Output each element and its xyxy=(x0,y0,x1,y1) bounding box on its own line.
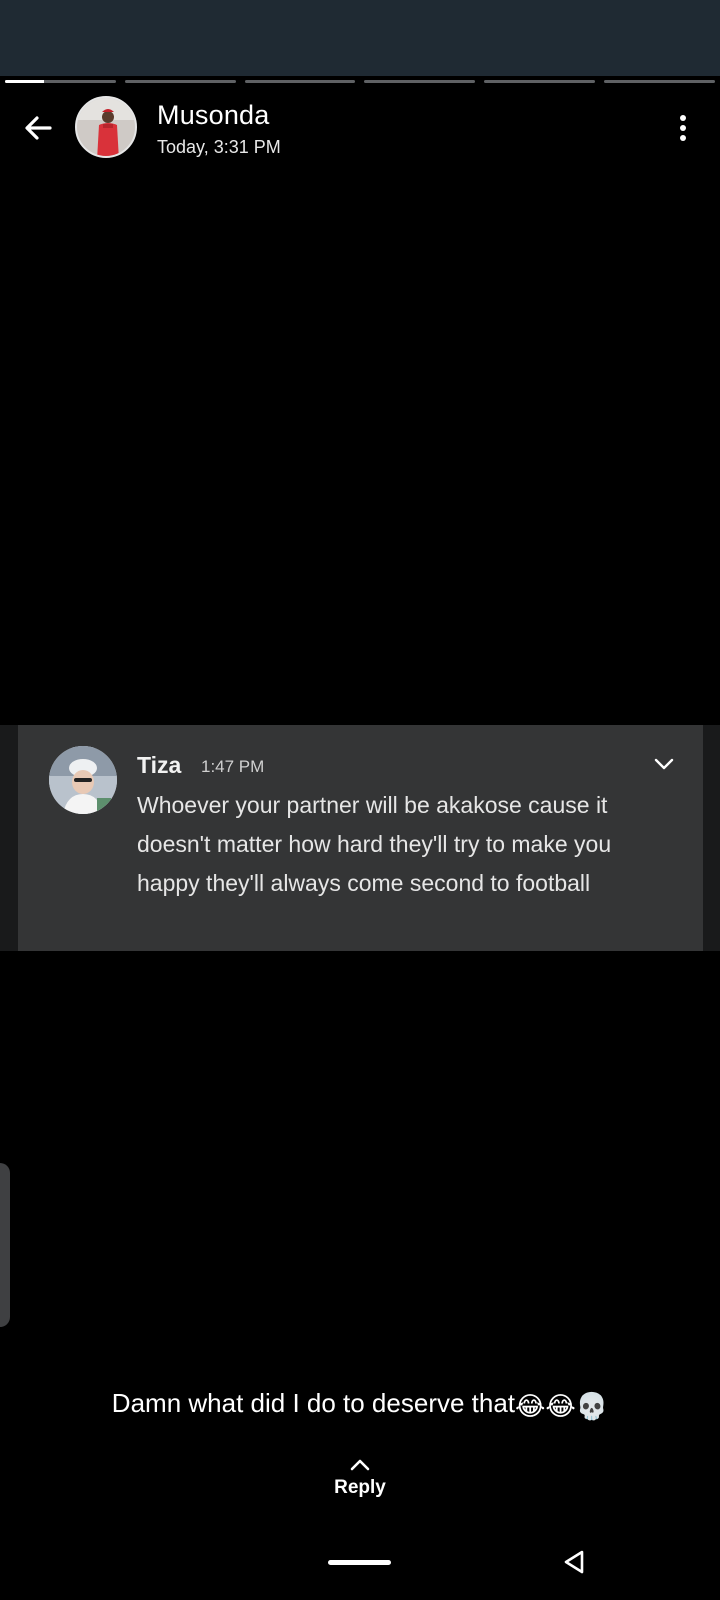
quoted-message-text: Whoever your partner will be akakose cau… xyxy=(137,792,612,896)
contact-name[interactable]: Musonda xyxy=(157,100,269,131)
more-vertical-icon xyxy=(680,115,686,121)
progress-segment-1 xyxy=(5,80,116,83)
story-progress xyxy=(5,80,715,84)
sender-avatar-photo xyxy=(49,746,117,814)
contact-avatar[interactable] xyxy=(75,96,137,158)
status-caption: Damn what did I do to deserve that😂😂💀 xyxy=(0,1388,720,1422)
skull-emoji: 💀 xyxy=(575,1391,609,1421)
expand-button[interactable] xyxy=(651,751,677,777)
status-viewer: Musonda Today, 3:31 PM Tiza 1:47 PM Whoe… xyxy=(0,0,720,1600)
system-status-bar xyxy=(0,0,720,76)
quoted-time: 1:47 PM xyxy=(201,757,265,776)
back-triangle-icon xyxy=(564,1550,584,1574)
progress-segment-2 xyxy=(124,80,236,83)
progress-segment-5 xyxy=(484,80,596,83)
caption-text: Damn what did I do to deserve that xyxy=(111,1388,516,1418)
tears-of-joy-emoji: 😂 xyxy=(515,1391,546,1421)
progress-fill xyxy=(5,80,44,83)
system-back-button[interactable] xyxy=(560,1548,588,1576)
arrow-left-icon xyxy=(25,116,52,140)
chevron-up-icon xyxy=(350,1459,370,1471)
more-options-button[interactable] xyxy=(668,110,698,146)
progress-segment-3 xyxy=(244,80,356,83)
edge-panel-handle[interactable] xyxy=(0,1163,10,1327)
avatar-photo xyxy=(77,98,135,156)
reply-button[interactable]: Reply xyxy=(310,1455,410,1515)
tears-of-joy-emoji: 😂 xyxy=(545,1391,576,1421)
quoted-sender-name: Tiza xyxy=(137,752,182,778)
status-header: Musonda Today, 3:31 PM xyxy=(0,88,720,168)
back-button[interactable] xyxy=(18,108,58,148)
chevron-down-icon xyxy=(654,758,674,770)
home-gesture-bar[interactable] xyxy=(328,1560,391,1565)
sender-avatar xyxy=(49,746,117,814)
progress-segment-4 xyxy=(364,80,476,83)
quoted-message-card[interactable]: Tiza 1:47 PM Whoever your partner will b… xyxy=(18,725,703,951)
reply-label: Reply xyxy=(334,1477,386,1498)
post-time: Today, 3:31 PM xyxy=(157,137,281,157)
progress-segment-6 xyxy=(604,80,715,83)
